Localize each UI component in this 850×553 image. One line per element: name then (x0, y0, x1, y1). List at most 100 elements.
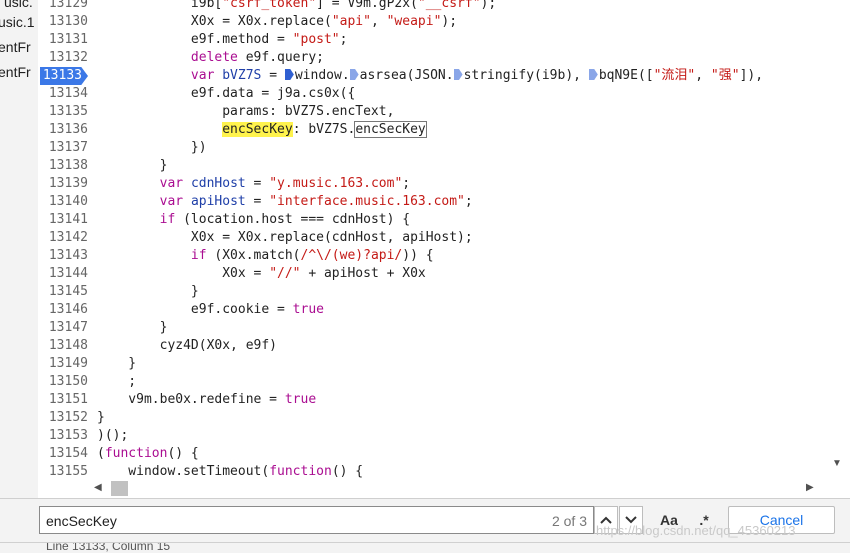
code-line[interactable]: 13133 var bVZ7S = window. asrsea(JSON. str… (38, 67, 826, 85)
line-number[interactable]: 13154 (38, 445, 88, 463)
code-line[interactable]: 13155 window.setTimeout(function() { (38, 463, 826, 480)
line-number[interactable]: 13149 (38, 355, 88, 373)
code-text: cyz4D(X0x, e9f) (97, 338, 278, 353)
code-line[interactable]: 13136 encSecKey: bVZ7S.encSecKey (38, 121, 826, 139)
code-line[interactable]: 13131 e9f.method = "post"; (38, 31, 826, 49)
line-number[interactable]: 13136 (38, 121, 88, 139)
code-line[interactable]: 13154 (function() { (38, 445, 826, 463)
code-line[interactable]: 13145 } (38, 283, 826, 301)
code-line[interactable]: 13141 if (location.host === cdnHost) { (38, 211, 826, 229)
code-text: X0x = X0x.replace("api", "weapi"); (97, 14, 458, 29)
match-count: 2 of 3 (551, 513, 587, 529)
code-text: )(); (97, 428, 129, 443)
code-line[interactable]: 13150 ; (38, 373, 826, 391)
code-line[interactable]: 13138 } (38, 157, 826, 175)
line-number[interactable]: 13138 (38, 157, 88, 175)
code-line[interactable]: 13137 }) (38, 139, 826, 157)
line-number[interactable]: 13146 (38, 301, 88, 319)
breakpoint-line-number[interactable]: 13133 (40, 67, 88, 85)
code-line[interactable]: 13146 e9f.cookie = true (38, 301, 826, 319)
code-text: encSecKey: bVZ7S.encSecKey (222, 121, 427, 138)
line-number[interactable]: 13132 (38, 49, 88, 67)
code-text: v9m.be0x.redefine = true (97, 392, 317, 407)
scrollbar-thumb[interactable] (111, 481, 128, 496)
scrollbar-thumb[interactable] (834, 2, 842, 432)
line-number[interactable]: 13144 (38, 265, 88, 283)
horizontal-scrollbar[interactable]: ◀ ▶ (38, 480, 826, 498)
code-text: if (location.host === cdnHost) { (159, 212, 411, 227)
line-number[interactable]: 13140 (38, 193, 88, 211)
code-line[interactable]: 13132 delete e9f.query; (38, 49, 826, 67)
code-text: e9f.data = j9a.cs0x({ (97, 86, 356, 101)
code-line[interactable]: 13144 X0x = "//" + apiHost + X0x (38, 265, 826, 283)
line-number[interactable]: 13153 (38, 427, 88, 445)
line-number[interactable]: 13129 (38, 0, 88, 13)
sidebar-item[interactable]: usic.1 (0, 12, 35, 32)
code-text: var bVZ7S = window. asrsea(JSON. stringify… (190, 68, 764, 83)
code-text: var cdnHost = "y.music.163.com"; (159, 176, 411, 191)
code-text: window.setTimeout(function() { (97, 464, 364, 479)
code-line[interactable]: 13143 if (X0x.match(/^\/(we)?api/)) { (38, 247, 826, 265)
code-text: X0x = "//" + apiHost + X0x (97, 266, 426, 281)
line-number[interactable]: 13134 (38, 85, 88, 103)
code-line[interactable]: 13129 i9b["csrf_token"] = V9m.gP2x("__cs… (38, 0, 826, 13)
code-line[interactable]: 13148 cyz4D(X0x, e9f) (38, 337, 826, 355)
line-number[interactable]: 13143 (38, 247, 88, 265)
code-text: var apiHost = "interface.music.163.com"; (159, 194, 473, 209)
code-line[interactable]: 13140 var apiHost = "interface.music.163… (38, 193, 826, 211)
file-sidebar: usic. usic.1 entFr entFr (0, 0, 39, 498)
code-line[interactable]: 13142 X0x = X0x.replace(cdnHost, apiHost… (38, 229, 826, 247)
line-number[interactable]: 13139 (38, 175, 88, 193)
code-text: } (97, 356, 137, 371)
line-number[interactable]: 13150 (38, 373, 88, 391)
code-text: e9f.cookie = true (97, 302, 324, 317)
status-text: Line 13133, Column 15 (46, 542, 171, 553)
code-text: delete e9f.query; (190, 50, 324, 65)
line-number[interactable]: 13131 (38, 31, 88, 49)
code-text: }) (97, 140, 207, 155)
code-text: i9b["csrf_token"] = V9m.gP2x("__csrf"); (97, 0, 497, 11)
code-line[interactable]: 13130 X0x = X0x.replace("api", "weapi"); (38, 13, 826, 31)
search-input[interactable] (46, 511, 526, 531)
scroll-right-icon[interactable]: ▶ (806, 482, 814, 493)
code-line[interactable]: 13135 params: bVZ7S.encText, (38, 103, 826, 121)
code-text: params: bVZ7S.encText, (97, 104, 395, 119)
code-line[interactable]: 13147 } (38, 319, 826, 337)
line-number[interactable]: 13155 (38, 463, 88, 480)
line-number[interactable]: 13137 (38, 139, 88, 157)
line-number[interactable]: 13141 (38, 211, 88, 229)
code-text: e9f.method = "post"; (97, 32, 348, 47)
code-line[interactable]: 13149 } (38, 355, 826, 373)
scroll-down-icon[interactable]: ▼ (832, 458, 842, 469)
code-line[interactable]: 13152} (38, 409, 826, 427)
code-text: X0x = X0x.replace(cdnHost, apiHost); (97, 230, 473, 245)
line-number[interactable]: 13145 (38, 283, 88, 301)
code-line[interactable]: 13151 v9m.be0x.redefine = true (38, 391, 826, 409)
line-number[interactable]: 13135 (38, 103, 88, 121)
code-text: ; (97, 374, 137, 389)
line-number[interactable]: 13148 (38, 337, 88, 355)
code-text: } (97, 320, 168, 335)
line-number[interactable]: 13130 (38, 13, 88, 31)
watermark: https://blog.csdn.net/qq_45360213 (596, 523, 796, 538)
line-number[interactable]: 13142 (38, 229, 88, 247)
line-number[interactable]: 13151 (38, 391, 88, 409)
code-text: if (X0x.match(/^\/(we)?api/)) { (190, 248, 434, 263)
code-editor[interactable]: 13129 i9b["csrf_token"] = V9m.gP2x("__cs… (38, 0, 826, 480)
scroll-left-icon[interactable]: ◀ (94, 482, 102, 493)
code-text: } (97, 158, 168, 173)
vertical-scrollbar[interactable]: ▼ (826, 0, 850, 480)
status-bar: Line 13133, Column 15 (0, 542, 850, 553)
code-text: } (97, 284, 199, 299)
code-line[interactable]: 13134 e9f.data = j9a.cs0x({ (38, 85, 826, 103)
code-line[interactable]: 13139 var cdnHost = "y.music.163.com"; (38, 175, 826, 193)
line-number[interactable]: 13147 (38, 319, 88, 337)
code-text: (function() { (97, 446, 199, 461)
search-box[interactable]: 2 of 3 (39, 506, 594, 534)
sidebar-item[interactable]: entFr (0, 37, 31, 57)
code-text: } (97, 410, 105, 425)
sidebar-item[interactable]: entFr (0, 62, 31, 82)
code-line[interactable]: 13153 )(); (38, 427, 826, 445)
line-number[interactable]: 13152 (38, 409, 88, 427)
sidebar-item[interactable]: usic. (4, 0, 33, 12)
